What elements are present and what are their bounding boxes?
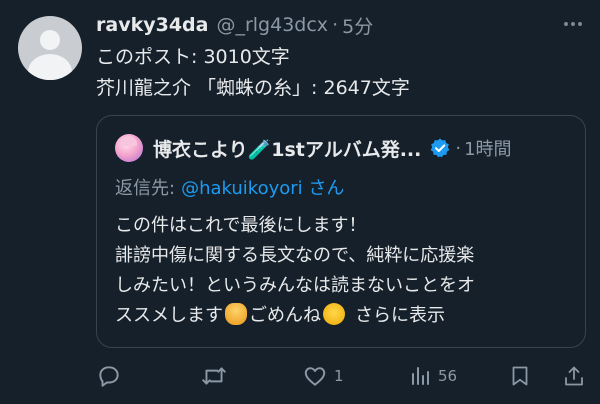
pray-emoji bbox=[225, 303, 247, 325]
author-handle[interactable]: @_rlg43dcx bbox=[216, 14, 328, 36]
avatar-body-shape bbox=[28, 54, 72, 80]
quoted-header-separator: · bbox=[455, 137, 462, 159]
reply-button[interactable] bbox=[96, 362, 128, 390]
header-separator: · bbox=[332, 14, 339, 36]
show-more-link[interactable]: さらに表示 bbox=[355, 305, 445, 326]
bookmark-icon bbox=[512, 366, 528, 386]
verified-badge-icon bbox=[431, 138, 450, 158]
share-button[interactable] bbox=[562, 362, 586, 390]
like-button[interactable]: 1 bbox=[302, 362, 344, 390]
like-icon bbox=[304, 367, 326, 386]
repost-button[interactable] bbox=[200, 362, 234, 390]
more-icon[interactable] bbox=[562, 14, 584, 34]
quoted-text-fragment: ごめんね bbox=[249, 305, 321, 326]
quoted-author-name[interactable]: 博衣こより🧪1stアルバム発... bbox=[153, 135, 421, 162]
share-icon bbox=[565, 366, 583, 386]
post-text-line: このポスト: 3010文字 bbox=[96, 46, 290, 68]
avatar-head-shape bbox=[40, 30, 60, 50]
quoted-text-line: 誹謗中傷に関する長文なので、純粋に応援楽 bbox=[115, 245, 475, 266]
reply-to-label: 返信先: bbox=[115, 178, 176, 199]
post-text-line: 芥川龍之介 「蜘蛛の糸」: 2647文字 bbox=[96, 77, 410, 99]
like-count: 1 bbox=[334, 367, 344, 385]
quoted-text-line: この件はこれで最後にします！ bbox=[115, 215, 367, 236]
quoted-author-avatar[interactable] bbox=[115, 134, 143, 162]
quoted-post-text: この件はこれで最後にします！ 誹謗中傷に関する長文なので、純粋に応援楽 しみたい… bbox=[115, 211, 475, 331]
author-display-name[interactable]: ravky34da bbox=[96, 14, 208, 36]
reply-to-user-link[interactable]: @hakuikoyori さん bbox=[181, 178, 344, 199]
views-count: 56 bbox=[438, 367, 458, 385]
views-button[interactable]: 56 bbox=[408, 362, 457, 390]
quoted-post-header: 博衣こより🧪1stアルバム発... · 1時間 bbox=[115, 134, 512, 162]
views-icon bbox=[412, 367, 429, 385]
reply-context: 返信先: @hakuikoyori さん bbox=[115, 174, 344, 200]
post-text: このポスト: 3010文字 芥川龍之介 「蜘蛛の糸」: 2647文字 bbox=[96, 42, 410, 104]
quoted-post[interactable]: 博衣こより🧪1stアルバム発... · 1時間 返信先: @hakuikoyori… bbox=[96, 115, 586, 348]
quoted-text-fragment: ススメします bbox=[115, 305, 223, 326]
repost-icon bbox=[202, 367, 226, 385]
quoted-text-line-last: ススメします ごめんね さらに表示 bbox=[115, 301, 475, 331]
post-header: ravky34da @_rlg43dcx · 5分 bbox=[96, 12, 373, 38]
action-bar: 1 56 bbox=[96, 362, 590, 390]
author-avatar[interactable] bbox=[18, 16, 82, 80]
reply-icon bbox=[99, 366, 119, 387]
quoted-post-time[interactable]: 1時間 bbox=[464, 135, 511, 161]
crying-emoji bbox=[323, 303, 345, 325]
quoted-text-line: しみたい！というみんなは読まないことをオ bbox=[115, 275, 475, 296]
bookmark-button[interactable] bbox=[508, 362, 532, 390]
post-time[interactable]: 5分 bbox=[342, 12, 373, 39]
